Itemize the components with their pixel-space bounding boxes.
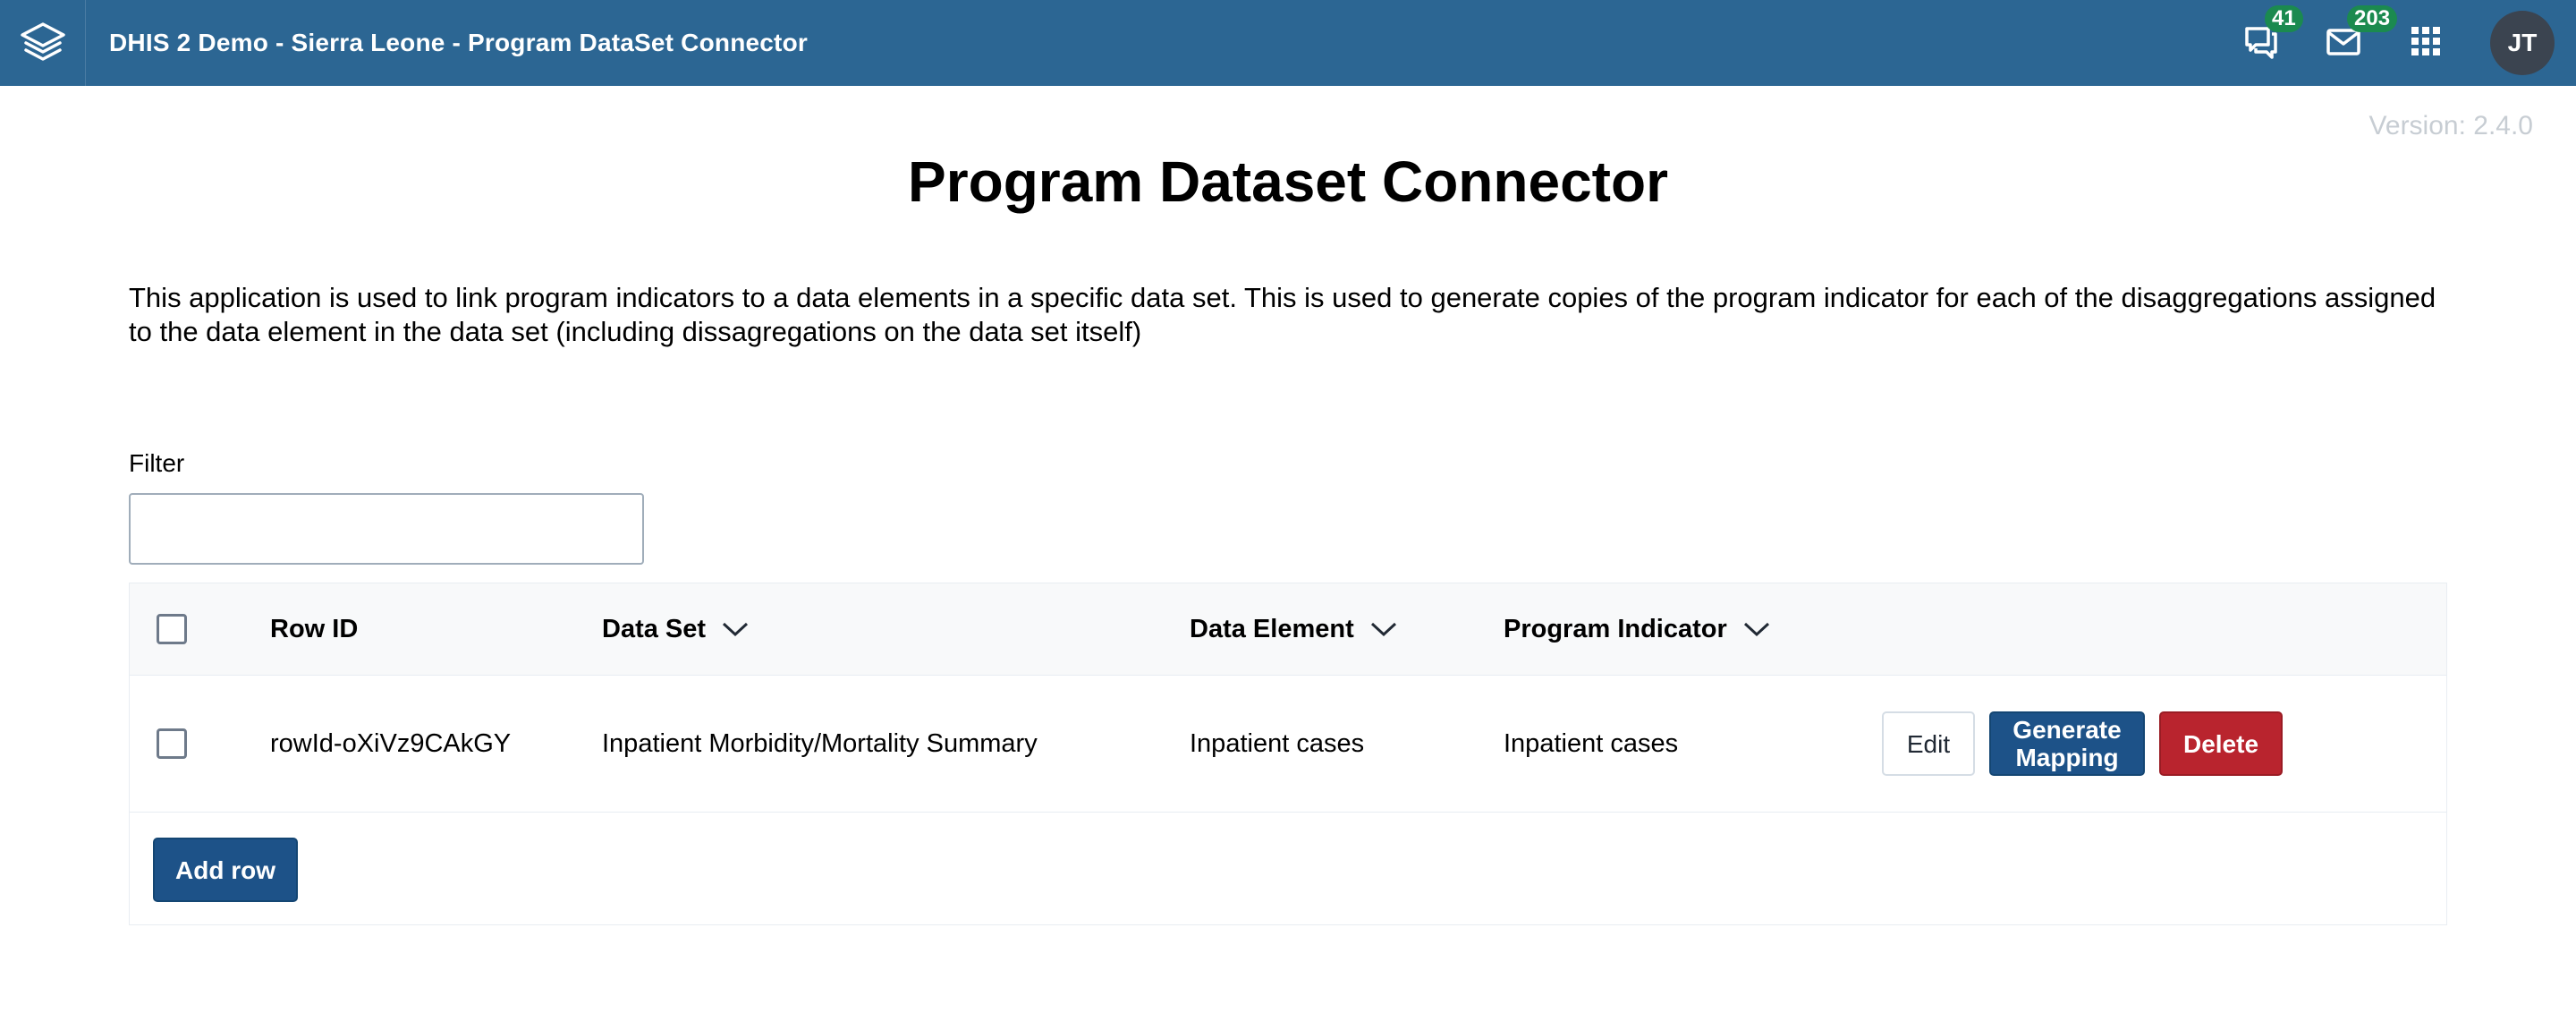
column-header-data-element-label: Data Element <box>1190 614 1354 643</box>
cell-data-set: Inpatient Morbidity/Mortality Summary <box>602 728 1038 758</box>
column-header-row-id: Row ID <box>270 583 358 675</box>
filter-input[interactable] <box>129 493 644 565</box>
cell-row-id: rowId-oXiVz9CAkGY <box>270 728 512 758</box>
column-header-data-set-label: Data Set <box>602 614 707 643</box>
column-header-row-id-label: Row ID <box>270 614 359 643</box>
user-avatar[interactable]: JT <box>2490 11 2555 75</box>
chevron-down-icon[interactable] <box>1370 621 1397 637</box>
column-header-program-indicator[interactable]: Program Indicator <box>1504 583 1770 675</box>
chevron-down-icon[interactable] <box>722 621 749 637</box>
select-all-cell <box>157 583 187 675</box>
apps-grid-icon <box>2410 25 2442 62</box>
messages-button[interactable]: 203 <box>2302 0 2398 86</box>
add-row-button[interactable]: Add row <box>153 838 298 902</box>
delete-button[interactable]: Delete <box>2159 711 2283 776</box>
version-label: Version: 2.4.0 <box>2368 111 2533 140</box>
app-title: DHIS 2 Demo - Sierra Leone - Program Dat… <box>109 29 808 56</box>
table-header-row: Row ID Data Set Data Element Program Ind… <box>130 583 2446 676</box>
page-title: Program Dataset Connector <box>908 149 1668 214</box>
row-actions: Edit Generate Mapping Delete <box>1882 676 2283 812</box>
page-description: This application is used to link program… <box>129 282 2436 347</box>
generate-mapping-button[interactable]: Generate Mapping <box>1989 711 2145 776</box>
interpretations-count-badge: 41 <box>2265 5 2303 32</box>
row-select-cell <box>157 676 187 812</box>
chevron-down-icon[interactable] <box>1743 621 1770 637</box>
dhis2-logo-icon[interactable] <box>0 0 86 86</box>
column-header-program-indicator-label: Program Indicator <box>1504 614 1727 643</box>
mapping-table: Row ID Data Set Data Element Program Ind… <box>129 583 2447 925</box>
row-select-checkbox[interactable] <box>157 728 187 759</box>
table-row: rowId-oXiVz9CAkGY Inpatient Morbidity/Mo… <box>130 676 2446 813</box>
select-all-checkbox[interactable] <box>157 614 187 644</box>
interpretations-button[interactable]: 41 <box>2220 0 2303 86</box>
column-header-data-set[interactable]: Data Set <box>602 583 749 675</box>
apps-menu-button[interactable] <box>2385 0 2467 86</box>
cell-program-indicator: Inpatient cases <box>1504 728 1679 758</box>
filter-label: Filter <box>129 449 185 477</box>
cell-data-element: Inpatient cases <box>1190 728 1365 758</box>
app-header-bar: DHIS 2 Demo - Sierra Leone - Program Dat… <box>0 0 2576 86</box>
column-header-data-element[interactable]: Data Element <box>1190 583 1397 675</box>
edit-button[interactable]: Edit <box>1882 711 1975 776</box>
